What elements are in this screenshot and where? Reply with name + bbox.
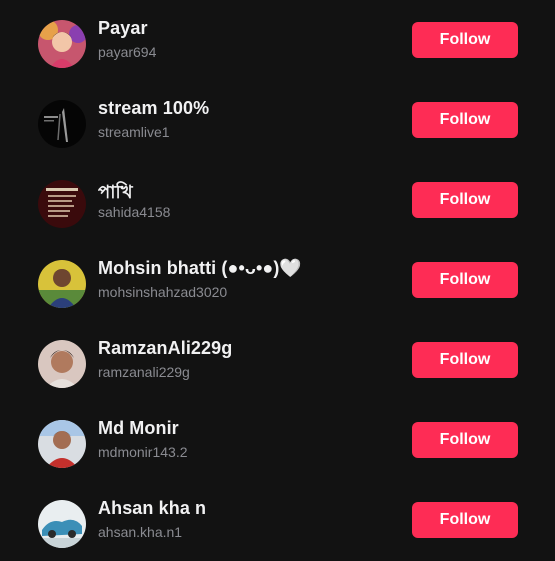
user-row[interactable]: RamzanAli229g ramzanali229g Follow — [0, 338, 555, 420]
user-handle: streamlive1 — [98, 124, 170, 140]
user-display-name[interactable]: Ahsan kha n — [98, 498, 206, 519]
user-display-name[interactable]: Payar — [98, 18, 148, 39]
avatar-image — [38, 180, 86, 228]
avatar-image — [38, 500, 86, 548]
user-handle: payar694 — [98, 44, 157, 60]
avatar-image — [38, 340, 86, 388]
follow-button[interactable]: Follow — [412, 342, 518, 378]
user-handle: ahsan.kha.n1 — [98, 524, 183, 540]
follow-suggestions-list: Payar payar694 Follow stream 100% stream… — [0, 0, 555, 561]
follow-button[interactable]: Follow — [412, 262, 518, 298]
user-row[interactable]: Payar payar694 Follow — [0, 18, 555, 100]
user-display-name[interactable]: Md Monir — [98, 418, 179, 439]
user-row[interactable]: পাখি sahida4158 Follow — [0, 180, 555, 260]
follow-button[interactable]: Follow — [412, 102, 518, 138]
avatar-image — [38, 20, 86, 68]
user-handle: ramzanali229g — [98, 364, 190, 380]
follow-button[interactable]: Follow — [412, 22, 518, 58]
user-handle: mohsinshahzad3020 — [98, 284, 228, 300]
user-row[interactable]: Mohsin bhatti (●•ᴗ•●)🤍 mohsinshahzad3020… — [0, 258, 555, 340]
user-display-name[interactable]: stream 100% — [98, 98, 209, 119]
avatar-image — [38, 420, 86, 468]
user-row[interactable]: Md Monir mdmonir143.2 Follow — [0, 418, 555, 500]
follow-button[interactable]: Follow — [412, 502, 518, 538]
user-handle: sahida4158 — [98, 204, 171, 220]
avatar[interactable] — [38, 180, 86, 228]
avatar[interactable] — [38, 260, 86, 308]
user-row[interactable]: Ahsan kha n ahsan.kha.n1 Follow — [0, 498, 555, 561]
avatar[interactable] — [38, 420, 86, 468]
user-row[interactable]: stream 100% streamlive1 Follow — [0, 98, 555, 180]
follow-button[interactable]: Follow — [412, 422, 518, 458]
avatar-image — [38, 100, 86, 148]
avatar[interactable] — [38, 20, 86, 68]
follow-button[interactable]: Follow — [412, 182, 518, 218]
avatar[interactable] — [38, 100, 86, 148]
avatar-image — [38, 260, 86, 308]
user-handle: mdmonir143.2 — [98, 444, 188, 460]
avatar[interactable] — [38, 340, 86, 388]
avatar[interactable] — [38, 500, 86, 548]
user-display-name[interactable]: RamzanAli229g — [98, 338, 232, 359]
user-display-name[interactable]: Mohsin bhatti (●•ᴗ•●)🤍 — [98, 258, 302, 279]
